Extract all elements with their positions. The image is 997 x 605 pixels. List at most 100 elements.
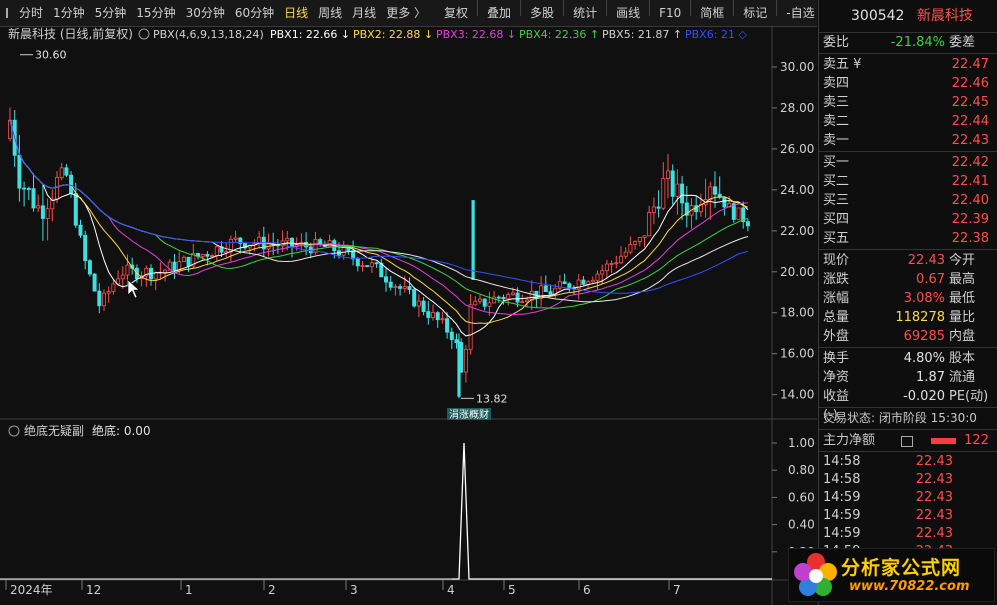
candle-body (407, 286, 412, 290)
period-tab-8[interactable]: 月线 (347, 0, 381, 26)
toolbar-button-4[interactable]: 画线 (611, 0, 645, 26)
candle-body (708, 186, 713, 201)
candle-body (675, 183, 680, 197)
price-tick-label: 22.00 (780, 224, 814, 238)
high-label: 30.60 (35, 49, 67, 62)
stats-label: 换手 (823, 351, 850, 366)
candle-body (186, 256, 191, 267)
candle-body (713, 186, 718, 195)
bids-label: 买四 (823, 212, 850, 227)
stats-label: 净资 (823, 370, 850, 385)
toolbar-actions: 复权叠加多股统计画线F10简框标记-自选返回 (439, 0, 863, 26)
toolbar-button-3[interactable]: 统计 (568, 0, 602, 26)
price-tick-label: 30.00 (780, 60, 814, 74)
quotes-label: 涨跌 (823, 272, 850, 287)
period-tab-7[interactable]: 周线 (313, 0, 347, 26)
toolbar-button-0[interactable]: 复权 (439, 0, 473, 26)
candle-body (205, 254, 210, 257)
period-tab-5[interactable]: 60分钟 (230, 0, 279, 26)
tick-price: 22.43 (915, 454, 953, 469)
stock-name: 新晨科技 (916, 8, 973, 24)
candle-body (633, 241, 638, 245)
toolbar-button-2[interactable]: 多股 (525, 0, 559, 26)
quotes-row: 现价 22.43 今开 (819, 251, 997, 270)
candle-body (666, 170, 671, 179)
candle-body (393, 286, 398, 289)
candle-body (111, 283, 116, 292)
toolbar-button-1[interactable]: 叠加 (482, 0, 516, 26)
weicha-label: 委差 (949, 35, 976, 50)
candle-body (200, 254, 205, 257)
candle-body (473, 300, 478, 306)
candle-body (647, 212, 652, 237)
candle-body (360, 265, 365, 267)
bids-value: 22.41 (951, 174, 989, 189)
bids-row: 买四 22.39 (819, 210, 997, 229)
period-tab-4[interactable]: 30分钟 (181, 0, 230, 26)
candle-body (346, 247, 351, 252)
stock-code: 300542 (851, 8, 905, 24)
toolbar-button-8[interactable]: -自选 (781, 0, 819, 26)
candle-body (421, 300, 426, 313)
candle-body (412, 289, 417, 307)
table-icon[interactable] (901, 436, 913, 447)
stats-value: -0.020 (903, 389, 945, 404)
toolbar-sep (520, 0, 522, 16)
period-tab-1[interactable]: 1分钟 (48, 0, 90, 26)
time-tick-label: 1 (185, 583, 193, 597)
candle-body (153, 272, 158, 280)
candle-body (73, 193, 78, 226)
quotes-row: 外盘 69285 内盘 (819, 327, 997, 346)
event-badge-label: 涓涨概财 (449, 408, 489, 421)
candle-body (506, 294, 511, 300)
low-label: 13.82 (476, 392, 508, 405)
flow-bar (930, 438, 957, 444)
kline-chart[interactable]: 新晨科技 (日线,前复权) PBX(4,6,9,13,18,24) PBX1: 22… (0, 27, 817, 605)
bids-value: 22.38 (951, 231, 989, 246)
tick-list[interactable]: 14:58 22.43 14:58 22.43 14:59 22.43 14:59 22.43… (819, 453, 997, 561)
stats-row: 收益(-) -0.020 PE(动) (819, 387, 997, 423)
quotes-value: 22.43 (907, 253, 945, 268)
candle-body (492, 296, 497, 304)
main-flow-row[interactable]: 主力净额 122 (819, 431, 997, 450)
tick-price: 22.43 (915, 508, 953, 523)
time-tick-label: 2 (268, 583, 276, 597)
pbx-label-4: PBX4: 22.36 ↑ (519, 28, 599, 41)
stats-list: 换手 4.80% 股本 净资 1.87 流通 收益(-) -0.020 PE(动) (819, 349, 997, 423)
candle-body (102, 292, 107, 307)
candle-body (78, 224, 83, 236)
pbx-legend: 新晨科技 (日线,前复权) PBX(4,6,9,13,18,24) PBX1: 22… (8, 27, 747, 41)
period-tab-6[interactable]: 日线 (279, 0, 313, 26)
period-tab-2[interactable]: 5分钟 (90, 0, 132, 26)
toolbar-button-5[interactable]: F10 (654, 0, 686, 26)
stats-label2: 流通 (949, 370, 976, 385)
toolbar-sep (690, 0, 692, 16)
sub-tick-label: 0.80 (788, 463, 815, 477)
window-toggle-icon[interactable] (6, 8, 8, 18)
period-tab-0[interactable]: 分时 (14, 0, 48, 26)
pbx-label-6: PBX6: 21 ◇ (685, 28, 747, 41)
toolbar-button-7[interactable]: 标记 (738, 0, 772, 26)
asks-row: 卖一 22.43 (819, 131, 997, 150)
candle-body (97, 290, 102, 307)
sub-indicator-value: 绝底: 0.00 (92, 423, 151, 438)
candle-body (623, 251, 628, 257)
candle-body (341, 247, 346, 256)
bids-row: 买五 22.38 (819, 229, 997, 248)
toolbar-button-6[interactable]: 简框 (695, 0, 729, 26)
asks-label: 卖四 (823, 76, 850, 91)
stats-label2: 股本 (949, 351, 976, 366)
candle-body (388, 281, 393, 288)
candle-body (45, 208, 50, 219)
period-tab-9[interactable]: 更多 〉 (381, 0, 431, 26)
time-tick-label: 4 (447, 583, 455, 597)
bids-label: 买三 (823, 193, 850, 208)
candle-body (515, 292, 520, 303)
toolbar-sep (733, 0, 735, 16)
candle-body (680, 183, 685, 204)
candle-body (656, 206, 661, 209)
stats-label: 收益(-) (823, 389, 850, 423)
tick-row: 14:58 22.43 (819, 471, 997, 489)
quotes-label: 外盘 (823, 329, 850, 344)
period-tab-3[interactable]: 15分钟 (131, 0, 180, 26)
